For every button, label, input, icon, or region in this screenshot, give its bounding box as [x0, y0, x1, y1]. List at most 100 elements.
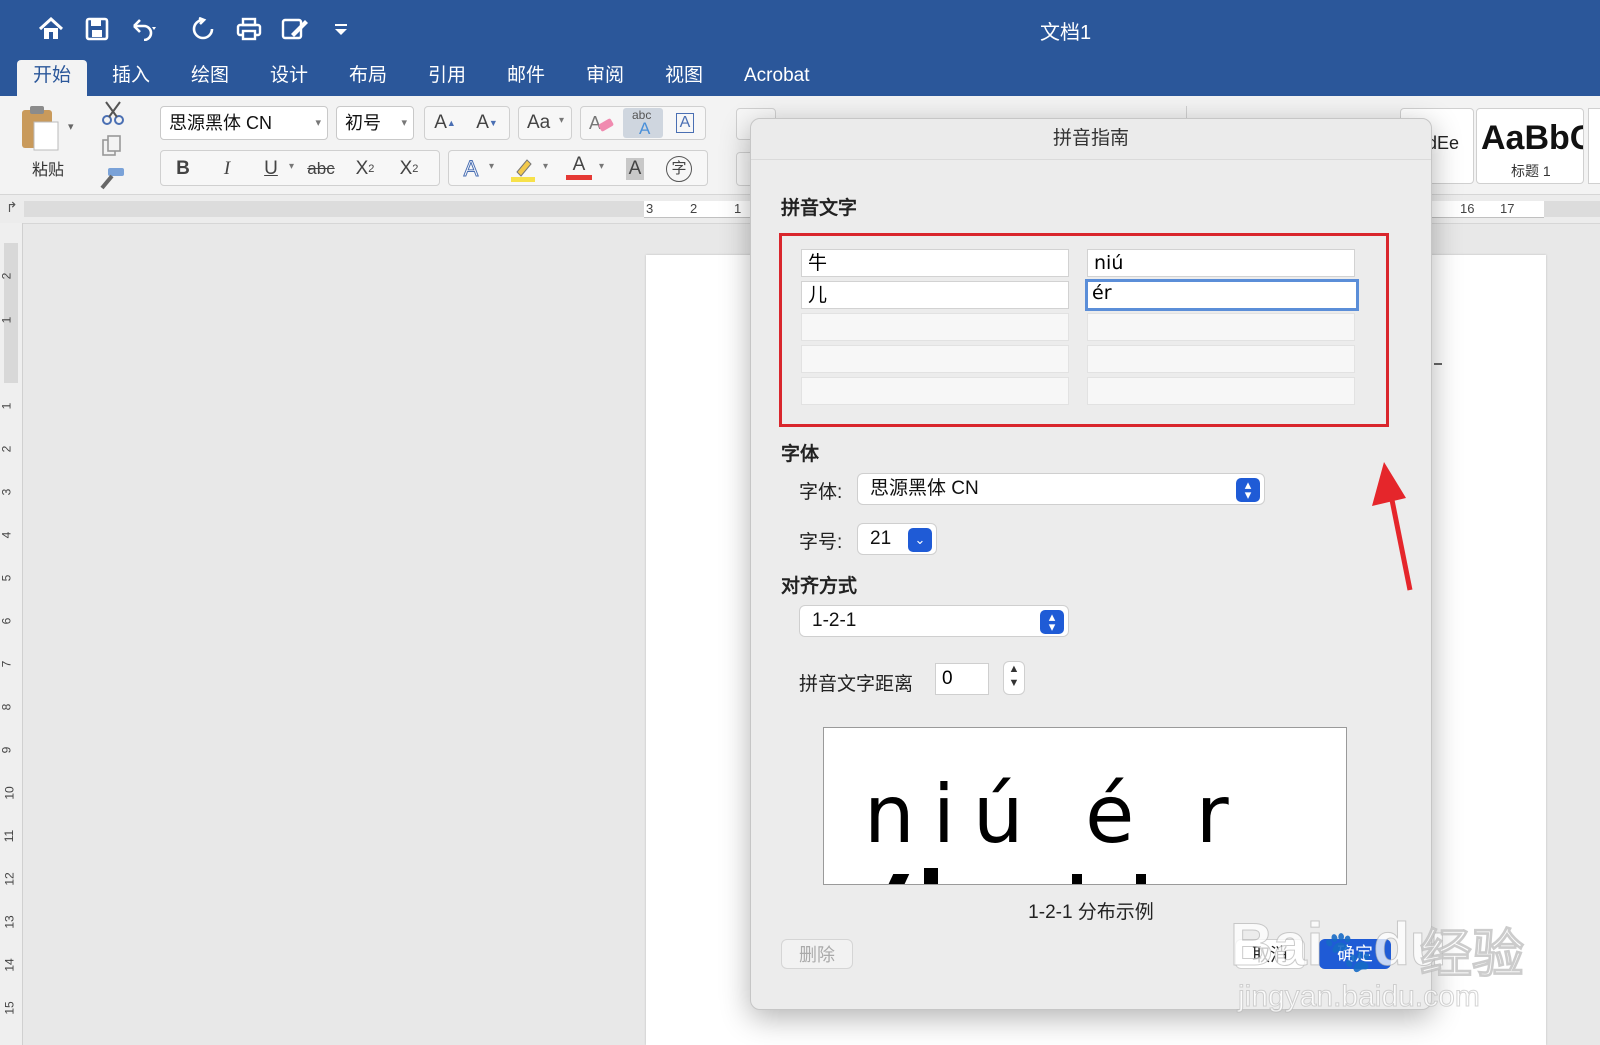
copy-icon[interactable] — [100, 134, 124, 163]
format-painter-icon[interactable] — [98, 166, 126, 195]
customize-icon[interactable] — [324, 12, 358, 46]
tab-design[interactable]: 设计 — [254, 60, 324, 96]
ruby-text-field[interactable]: niú — [1087, 249, 1355, 277]
ruby-text-field[interactable] — [1087, 377, 1355, 405]
preview-base-glyph — [886, 874, 910, 884]
chevron-down-icon[interactable]: ▾ — [489, 161, 494, 172]
vruler-number: 11 — [2, 829, 17, 843]
document-title: 文档1 — [1040, 22, 1092, 44]
shrink-font-button[interactable]: A ▼ — [469, 107, 505, 139]
edit-document-icon[interactable] — [278, 12, 312, 46]
font-name-box[interactable]: 思源黑体 CN ▾ — [160, 106, 328, 140]
font-size-box[interactable]: 初号 ▾ — [336, 106, 414, 140]
base-text-field[interactable]: 儿 — [801, 281, 1069, 309]
offset-input[interactable]: 0 — [935, 663, 989, 695]
base-text-field[interactable] — [801, 313, 1069, 341]
tab-draw[interactable]: 绘图 — [175, 60, 245, 96]
vruler-number: 1 — [0, 402, 14, 410]
tab-selector-icon[interactable]: ↱ — [6, 199, 18, 216]
paste-dropdown-icon[interactable]: ▾ — [68, 120, 74, 133]
bold-button[interactable]: B — [165, 153, 201, 185]
tab-mailings[interactable]: 邮件 — [491, 60, 561, 96]
section-alignment: 对齐方式 — [781, 576, 858, 597]
font-size-value: 初号 — [345, 113, 381, 133]
save-icon[interactable] — [80, 12, 114, 46]
ruby-text-field[interactable] — [1087, 313, 1355, 341]
ruler-number: 3 — [646, 201, 654, 216]
chevron-down-icon[interactable]: ▾ — [543, 161, 548, 172]
chevron-down-icon[interactable]: ▾ — [599, 161, 604, 172]
offset-label: 拼音文字距离 — [799, 674, 914, 695]
font-color-group: A ▾ ▾ A ▾ A 字 — [448, 150, 708, 186]
chevron-down-icon[interactable]: ▾ — [289, 161, 294, 172]
alignment-select[interactable]: 1-2-1 ▴ ▾ — [799, 605, 1069, 637]
subscript-button[interactable]: X2 — [347, 153, 383, 185]
style-heading1-tile[interactable]: AaBbC 标题 1 — [1476, 108, 1584, 184]
offset-stepper[interactable]: ▲ ▼ — [1003, 661, 1025, 695]
underline-button[interactable]: U — [253, 153, 289, 185]
phonetic-group: A abc A A — [580, 106, 706, 140]
shrink-font-glyph: A — [476, 112, 489, 133]
font-name-value: 思源黑体 CN — [169, 113, 272, 133]
char-border-glyph: A — [675, 113, 695, 133]
font-select[interactable]: 思源黑体 CN ▴ ▾ — [857, 473, 1265, 505]
superscript-mark: 2 — [412, 163, 419, 175]
ruby-text-field[interactable] — [1087, 345, 1355, 373]
watermark-url: jingyan.baidu.com — [1238, 980, 1481, 1014]
subscript-base: X — [355, 158, 369, 179]
char-border-button[interactable]: A — [667, 107, 703, 139]
home-icon[interactable] — [34, 12, 68, 46]
phonetic-guide-button[interactable]: abc A — [623, 108, 663, 138]
tab-layout[interactable]: 布局 — [333, 60, 403, 96]
annotation-arrow — [1372, 462, 1413, 591]
chevron-down-icon: ▾ — [315, 117, 321, 129]
strikethrough-button[interactable]: abc — [303, 153, 339, 185]
preview-box: niú é r — [823, 727, 1347, 885]
clear-format-icon[interactable]: A — [583, 107, 619, 139]
font-color-glyph: A — [572, 153, 586, 175]
redo-icon[interactable] — [186, 12, 220, 46]
vruler-margin-top — [4, 243, 18, 383]
print-icon[interactable] — [232, 12, 266, 46]
tab-insert[interactable]: 插入 — [96, 60, 166, 96]
base-text-field[interactable]: 牛 — [801, 249, 1069, 277]
ruler-number: 2 — [690, 201, 698, 216]
vertical-ruler[interactable]: 2 1 1 2 3 4 5 6 7 8 9 10 11 12 13 14 15 — [0, 223, 23, 1045]
ruby-text-field[interactable]: ér — [1085, 279, 1359, 311]
delete-button[interactable]: 删除 — [781, 939, 853, 969]
tab-review[interactable]: 审阅 — [570, 60, 640, 96]
style-heading1-name: 标题 1 — [1511, 163, 1551, 179]
section-phonetic-text: 拼音文字 — [781, 198, 858, 219]
paste-label: 粘贴 — [32, 162, 65, 179]
italic-button[interactable]: I — [209, 153, 245, 185]
tab-home[interactable]: 开始 — [17, 60, 88, 96]
preview-text: niú é r — [864, 768, 1247, 861]
tab-acrobat[interactable]: Acrobat — [728, 60, 825, 96]
vruler-number: 8 — [0, 703, 14, 711]
caret-down-icon: ▼ — [488, 118, 498, 128]
enclose-char-glyph: 字 — [666, 156, 692, 182]
font-color-button[interactable]: A — [561, 151, 597, 183]
char-shading-button[interactable]: A — [617, 153, 653, 185]
size-select[interactable]: 21 ⌄ — [857, 523, 937, 555]
style-next-tile[interactable] — [1588, 108, 1600, 184]
cut-icon[interactable] — [100, 100, 126, 131]
superscript-button[interactable]: X2 — [391, 153, 427, 185]
size-label: 字号: — [799, 532, 843, 553]
select-stepper-icon: ▴ ▾ — [1236, 478, 1260, 502]
base-text-field[interactable] — [801, 377, 1069, 405]
highlighter-icon[interactable] — [505, 153, 541, 185]
grow-font-glyph: A — [434, 112, 447, 133]
tab-references[interactable]: 引用 — [412, 60, 482, 96]
grow-font-button[interactable]: A ▲ — [427, 107, 463, 139]
base-text-field[interactable] — [801, 345, 1069, 373]
vruler-number: 7 — [0, 660, 14, 668]
paste-button[interactable] — [18, 104, 66, 156]
vruler-number: 13 — [2, 915, 17, 929]
change-case-button[interactable]: Aa ▾ — [518, 106, 572, 140]
undo-icon[interactable] — [128, 12, 162, 46]
alignment-select-value: 1-2-1 — [812, 610, 857, 631]
enclose-char-button[interactable]: 字 — [661, 153, 697, 185]
tab-view[interactable]: 视图 — [649, 60, 719, 96]
text-effect-button[interactable]: A — [453, 153, 489, 185]
